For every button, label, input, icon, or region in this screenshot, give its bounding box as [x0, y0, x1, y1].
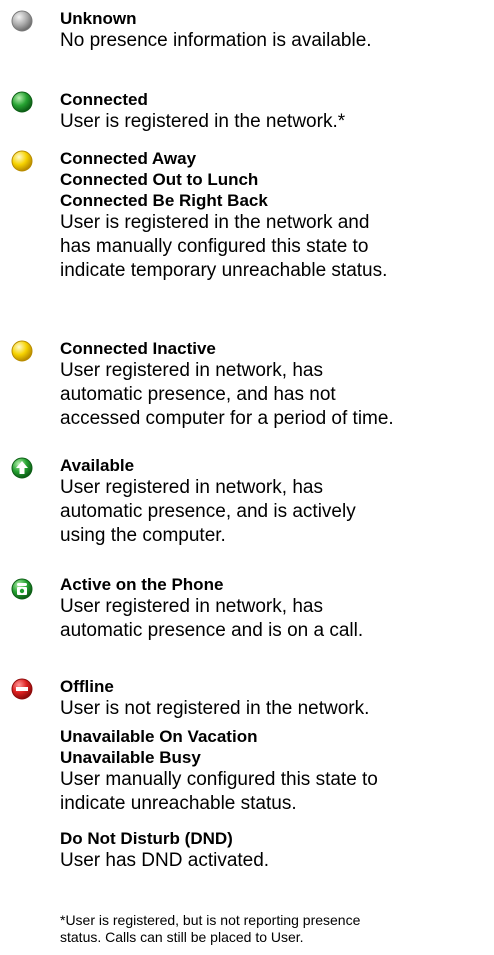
status-description: automatic presence, and is actively	[60, 501, 356, 522]
status-description: User is registered in the network and	[60, 212, 370, 233]
status-description: User registered in network, has	[60, 477, 323, 498]
status-description: User registered in network, has	[60, 360, 323, 381]
yellow-sphere-icon	[11, 150, 33, 172]
footnote-line: *User is registered, but is not reportin…	[60, 912, 361, 928]
green-phone-icon	[11, 578, 33, 600]
status-description: User manually configured this state to	[60, 769, 378, 790]
status-description: indicate temporary unreachable status.	[60, 260, 388, 281]
status-description: User is registered in the network.*	[60, 111, 346, 132]
status-title: Connected	[60, 90, 148, 109]
gray-sphere-icon	[11, 10, 33, 32]
status-description: User registered in network, has	[60, 596, 323, 617]
status-title: Connected Out to Lunch	[60, 170, 259, 189]
status-title: Connected Inactive	[60, 339, 216, 358]
status-title: Connected Be Right Back	[60, 191, 268, 210]
status-description: using the computer.	[60, 525, 226, 546]
status-title: Available	[60, 456, 135, 475]
status-title: Unknown	[60, 9, 137, 28]
green-sphere-icon	[11, 91, 33, 113]
status-description: User is not registered in the network.	[60, 698, 370, 719]
status-description: has manually configured this state to	[60, 236, 369, 257]
status-title: Active on the Phone	[60, 575, 224, 594]
red-no-entry-icon	[11, 678, 33, 700]
status-title: Offline	[60, 677, 114, 696]
status-description: indicate unreachable status.	[60, 793, 297, 814]
status-description: No presence information is available.	[60, 30, 372, 51]
status-description: accessed computer for a period of time.	[60, 408, 394, 429]
status-description: User has DND activated.	[60, 850, 270, 871]
footnote-line: status. Calls can still be placed to Use…	[60, 929, 304, 945]
status-title: Connected Away	[60, 149, 197, 168]
status-title: Do Not Disturb (DND)	[60, 829, 233, 848]
yellow-sphere-icon	[11, 340, 33, 362]
green-up-arrow-icon	[11, 457, 33, 479]
status-description: automatic presence, and has not	[60, 384, 336, 405]
footnote: *User is registered, but is not reportin…	[60, 912, 360, 946]
status-title: Unavailable On Vacation	[60, 727, 258, 746]
status-description: automatic presence and is on a call.	[60, 620, 364, 641]
status-title: Unavailable Busy	[60, 748, 201, 767]
